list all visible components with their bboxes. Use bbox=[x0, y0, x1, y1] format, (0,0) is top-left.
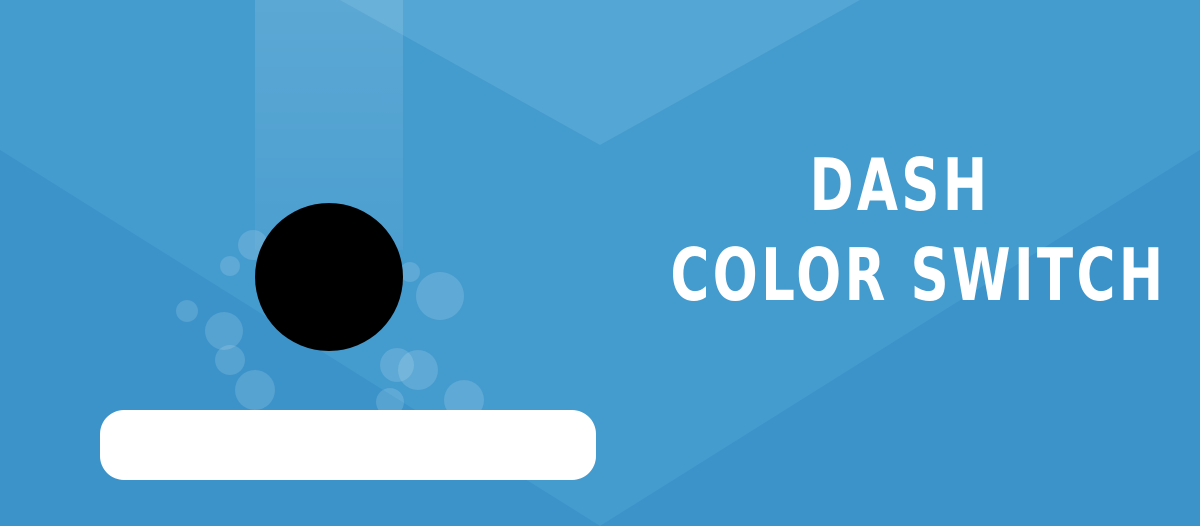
particle bbox=[220, 256, 240, 276]
particle bbox=[215, 345, 245, 375]
title-line-1: DASH bbox=[809, 143, 991, 227]
game-title: DASH COLOR SWITCH bbox=[620, 140, 1180, 320]
particle bbox=[416, 272, 464, 320]
particle bbox=[400, 262, 420, 282]
particle bbox=[235, 370, 275, 410]
player-ball bbox=[255, 203, 403, 351]
particle bbox=[176, 300, 198, 322]
particle bbox=[205, 312, 243, 350]
game-scene: DASH COLOR SWITCH bbox=[0, 0, 1200, 526]
title-line-2: COLOR SWITCH bbox=[670, 233, 1167, 317]
paddle-platform bbox=[100, 410, 596, 480]
particle bbox=[398, 350, 438, 390]
